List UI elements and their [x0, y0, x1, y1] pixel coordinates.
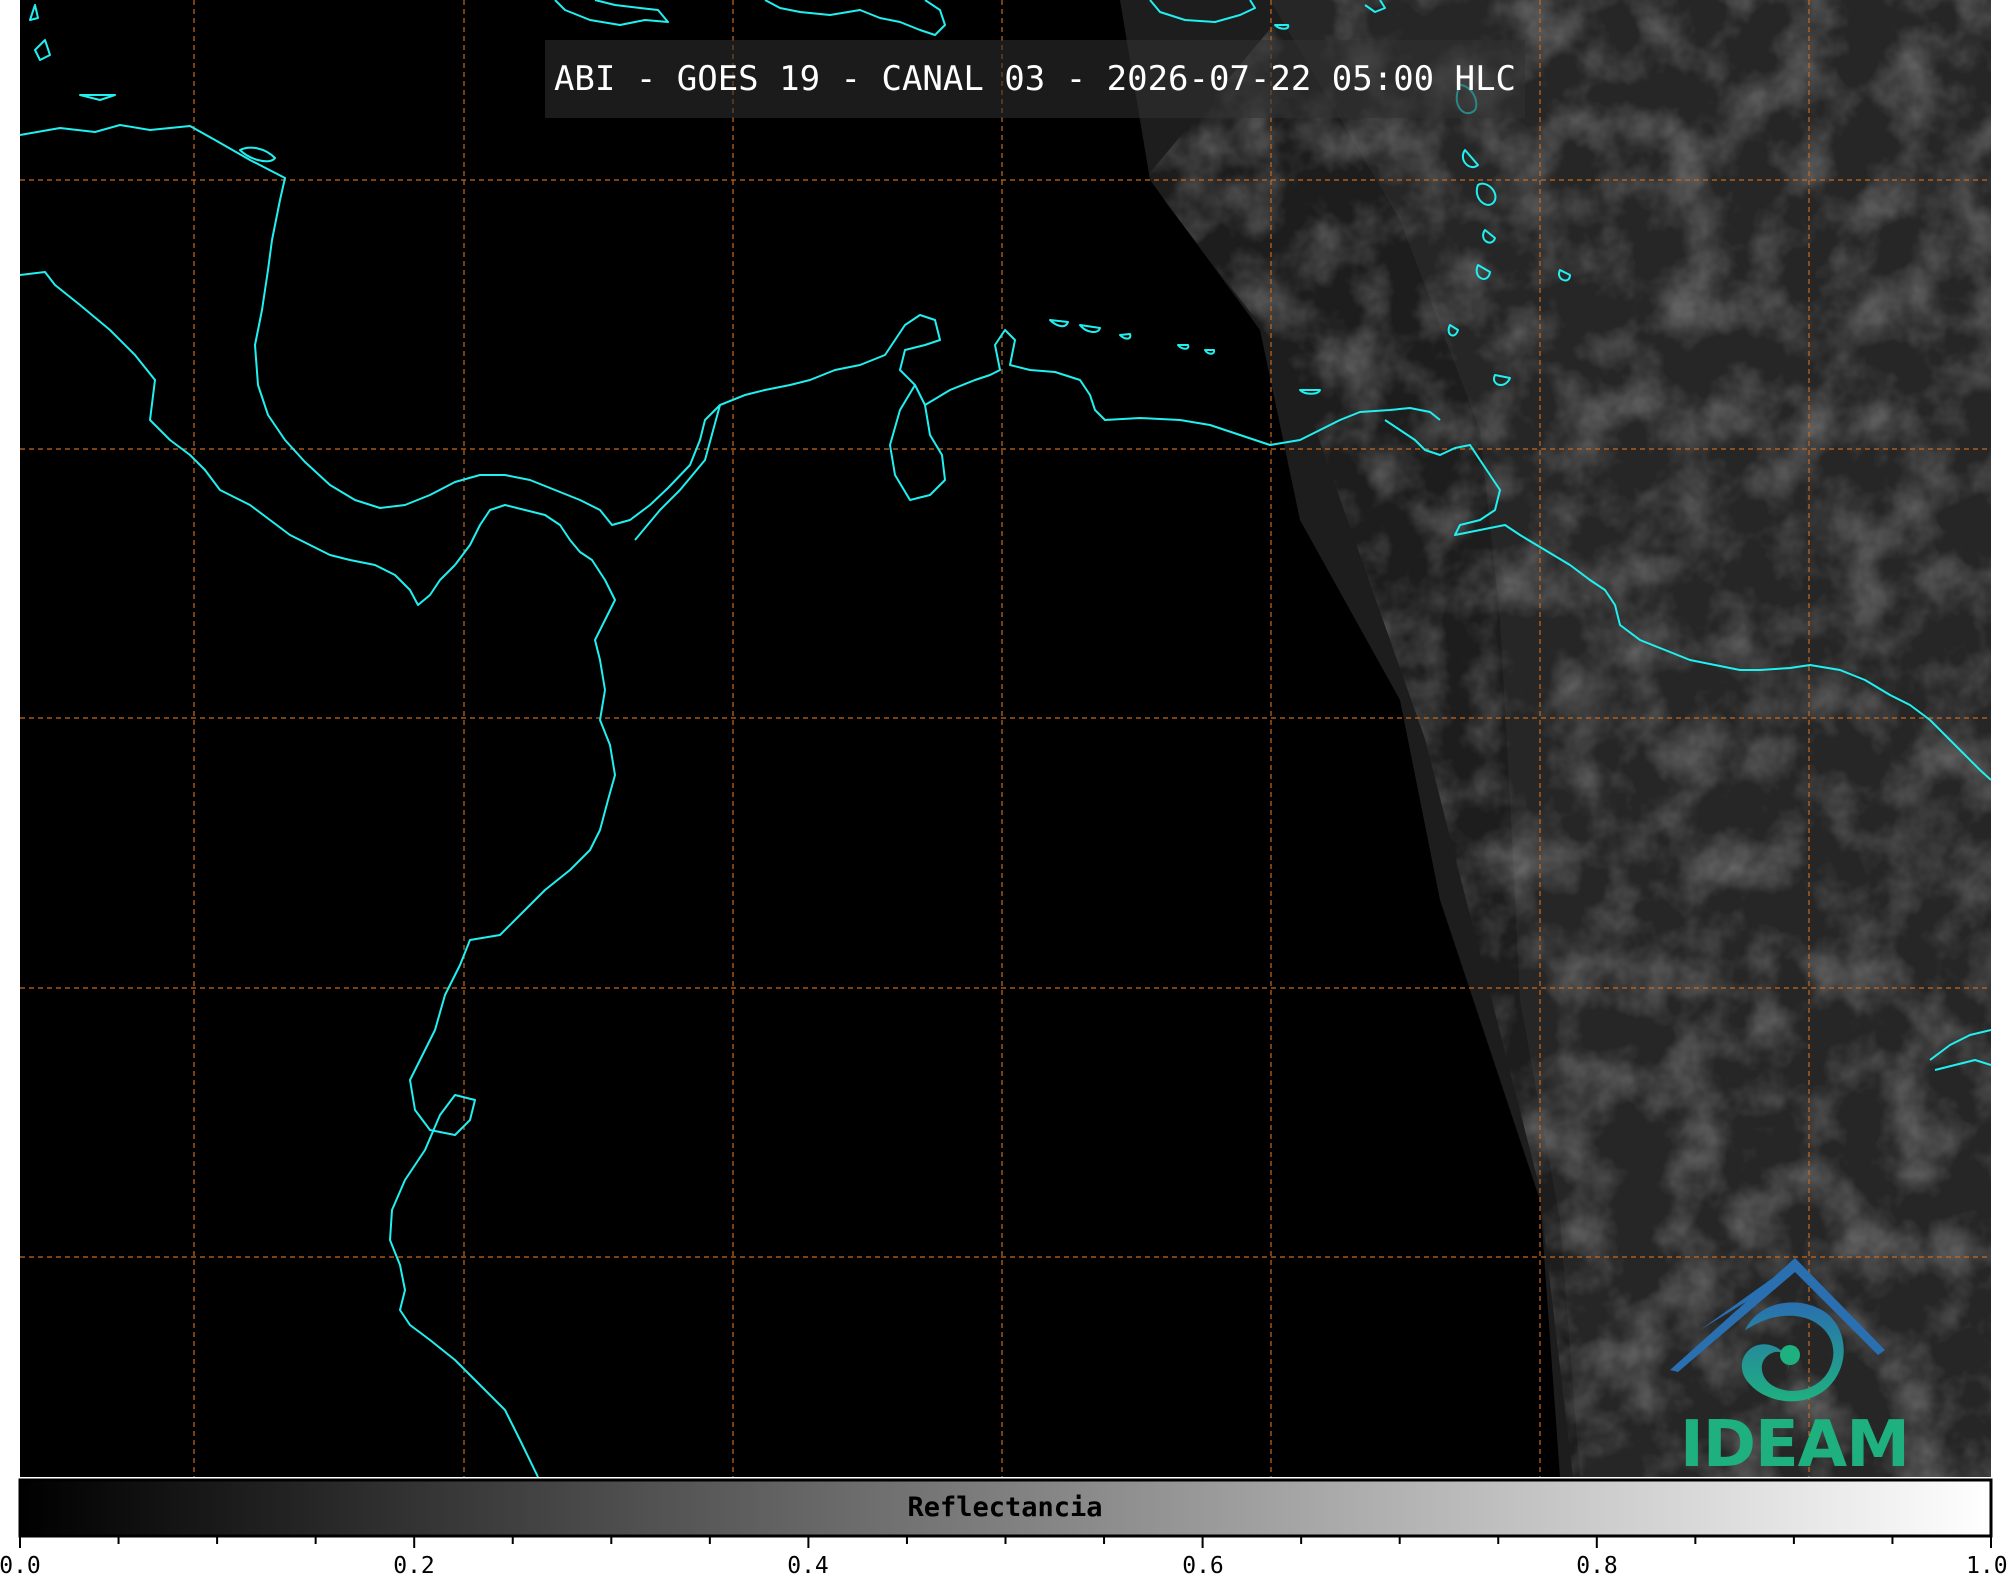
colorbar-tick-label: 0.4 [787, 1553, 829, 1579]
logo-text: IDEAM [1680, 1408, 1910, 1482]
colorbar-tick-label: 0.8 [1576, 1553, 1618, 1579]
colorbar-label: Reflectancia [907, 1492, 1103, 1523]
map-title: ABI - GOES 19 - CANAL 03 - 2026-07-22 05… [553, 59, 1517, 99]
colorbar-tick-label: 0.0 [0, 1553, 41, 1579]
colorbar-tick-label: 0.6 [1182, 1553, 1224, 1579]
colorbar-ticks [19, 1536, 1992, 1548]
colorbar-tick-label: 0.2 [393, 1553, 435, 1579]
satellite-map [18, 0, 1993, 1548]
colorbar-tick-label: 1.0 [1966, 1553, 2008, 1579]
